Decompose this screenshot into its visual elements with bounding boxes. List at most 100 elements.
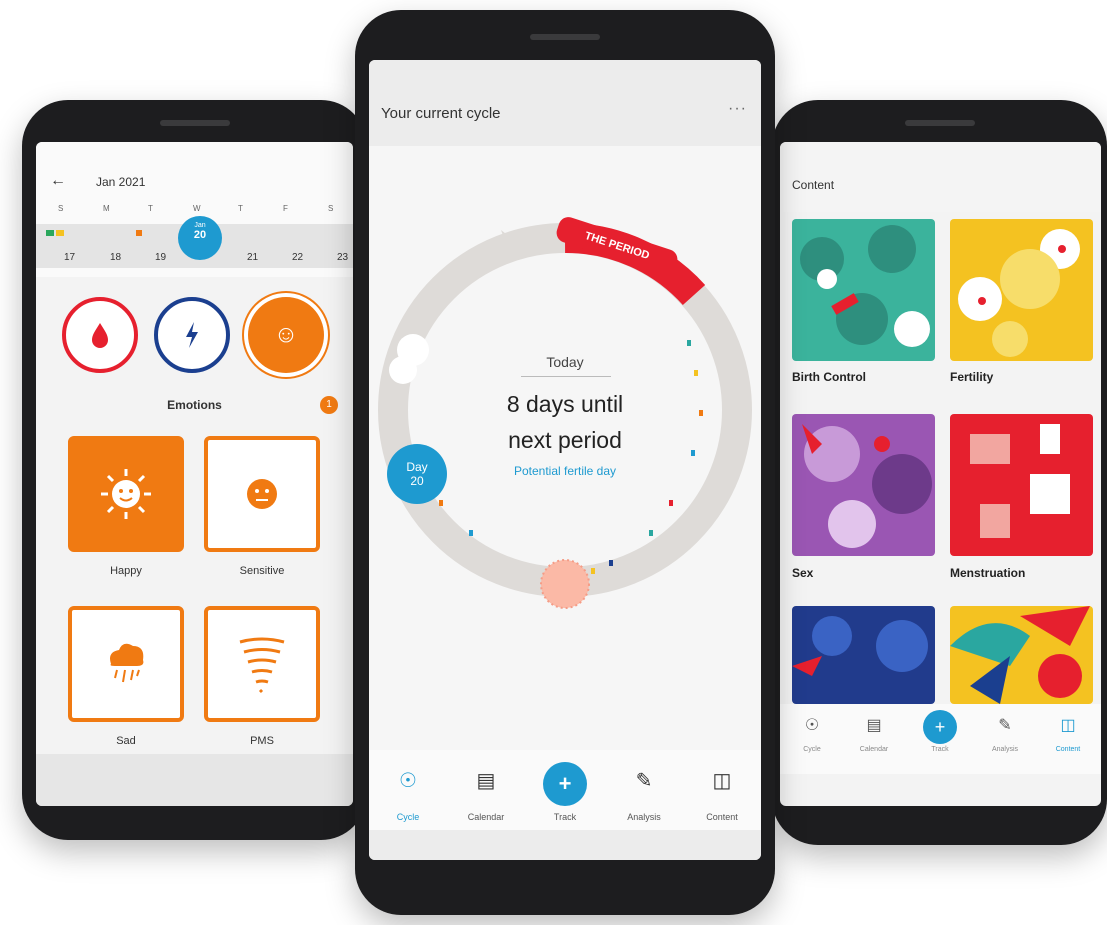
bottom-nav: ☉ Cycle ▤ Calendar + Track ✎ Analysis ◫ … (780, 704, 1101, 774)
card-label: Birth Control (792, 370, 866, 384)
day-cell[interactable]: 21 (247, 252, 258, 263)
book-icon: ◫ (712, 770, 732, 792)
card-label: Menstruation (950, 566, 1026, 580)
rain-cloud-icon (110, 643, 144, 683)
month-label: Jan 2021 (96, 175, 146, 189)
nav-item-cycle[interactable]: ☉ Cycle (369, 762, 447, 822)
phone-center: Your current cycle ··· THE PERIOD Today … (355, 10, 775, 915)
analysis-icon: ✎ (635, 770, 653, 792)
illustration-image (800, 225, 930, 347)
weekday-label: M (103, 204, 110, 213)
weekday-label: S (58, 204, 64, 213)
symptom-bleeding-button[interactable] (62, 297, 138, 373)
plus-icon: + (543, 762, 587, 806)
content-card-birth-control[interactable] (792, 219, 935, 361)
today-label: Today (546, 354, 584, 370)
emotion-label: PMS (250, 735, 274, 747)
page-title: Content (792, 178, 835, 192)
nav-item-calendar[interactable]: ▤ Calendar (447, 762, 525, 822)
day-bubble-value: 20 (410, 474, 424, 488)
page-title: Your current cycle (381, 105, 501, 122)
phone-speaker (159, 120, 230, 126)
arrow-left-icon[interactable]: ← (50, 172, 66, 190)
nav-label: Track (553, 812, 577, 822)
emotion-label: Happy (110, 565, 142, 577)
cycle-icon: ☉ (804, 717, 820, 734)
nav-item-calendar[interactable]: ▤ Calendar (844, 710, 904, 753)
nav-label: Cycle (803, 746, 821, 753)
nav-label: Content (706, 812, 738, 822)
current-day-bubble[interactable]: Day 20 (387, 444, 447, 504)
system-bar (369, 830, 761, 860)
weekday-label: T (148, 204, 153, 213)
illustration-image (792, 616, 928, 676)
symptom-emotions-button[interactable]: ☺ (248, 297, 324, 373)
emotion-tile-sad[interactable] (68, 606, 184, 722)
nav-item-track[interactable]: + Track (910, 710, 970, 753)
smiley-icon: ☺ (273, 321, 299, 348)
emotion-tile-pms[interactable] (204, 606, 320, 722)
content-card[interactable] (950, 606, 1093, 704)
day-cell[interactable]: 23 (337, 252, 348, 263)
section-title: Emotions (167, 398, 222, 412)
day-cell[interactable]: 17 (64, 252, 75, 263)
content-card[interactable] (792, 606, 935, 704)
cycle-icon: ☉ (399, 770, 417, 792)
illustration-image (802, 424, 932, 548)
blood-drop-icon (92, 323, 108, 348)
weekday-label: F (283, 204, 288, 213)
sun-face-icon (101, 469, 151, 519)
nav-item-analysis[interactable]: ✎ Analysis (605, 762, 683, 822)
nav-item-content[interactable]: ◫ Content (1038, 710, 1098, 753)
more-horizontal-icon[interactable]: ··· (728, 100, 747, 118)
tracked-dot (46, 230, 54, 236)
cycle-screen: Your current cycle ··· THE PERIOD Today … (369, 60, 761, 860)
weekday-label: S (328, 204, 334, 213)
card-label: Fertility (950, 370, 994, 384)
nav-label: Content (1055, 746, 1081, 753)
bottom-bar (36, 754, 353, 806)
emotion-tile-sensitive[interactable] (204, 436, 320, 552)
selected-day[interactable]: Jan 20 (178, 216, 222, 260)
selected-day-month: Jan (194, 222, 206, 229)
day-cell[interactable]: 22 (292, 252, 303, 263)
illustration-image (958, 229, 1080, 357)
symptom-pain-button[interactable] (154, 297, 230, 373)
nav-item-content[interactable]: ◫ Content (683, 762, 761, 822)
bottom-nav: ☉ Cycle ▤ Calendar + Track ✎ Analysis ◫ … (369, 750, 761, 840)
phone-speaker (530, 34, 600, 40)
day-cell[interactable]: 19 (155, 252, 166, 263)
nav-item-track[interactable]: + Track (526, 762, 604, 822)
emotion-label: Sensitive (239, 565, 285, 577)
content-card-menstruation[interactable] (950, 414, 1093, 556)
day-cell[interactable]: 18 (110, 252, 121, 263)
content-header: Content (780, 142, 1101, 212)
section-count-badge: 1 (320, 396, 338, 414)
cycle-message-line: 8 days until (506, 391, 624, 417)
plus-icon: + (923, 710, 957, 744)
illustration-image (970, 424, 1070, 538)
tracked-dot (56, 230, 64, 236)
app-header: Your current cycle ··· (369, 60, 761, 146)
nav-label: Track (931, 746, 949, 753)
day-bubble-label: Day (406, 460, 428, 474)
card-label: Sex (792, 566, 814, 580)
nav-item-analysis[interactable]: ✎ Analysis (975, 710, 1035, 753)
nav-label: Calendar (467, 812, 505, 822)
content-card-sex[interactable] (792, 414, 935, 556)
divider (521, 376, 611, 377)
nav-label: Analysis (991, 746, 1019, 753)
book-icon: ◫ (1060, 717, 1076, 734)
phone-left: ← Jan 2021 S M T W T F S 17 18 19 21 22 … (22, 100, 367, 840)
content-screen: Content Birth Control Fertility Sex Mens… (780, 142, 1101, 806)
selected-day-number: 20 (193, 229, 207, 241)
calendar-icon: ▤ (476, 770, 496, 792)
calendar-tracking-screen: ← Jan 2021 S M T W T F S 17 18 19 21 22 … (36, 142, 353, 806)
content-card-fertility[interactable] (950, 219, 1093, 361)
nav-item-cycle[interactable]: ☉ Cycle (782, 710, 842, 753)
weekday-label: T (238, 204, 243, 213)
illustration-image (950, 606, 1090, 704)
emotion-tile-happy[interactable] (68, 436, 184, 552)
tornado-icon (239, 637, 285, 694)
phone-right: Content Birth Control Fertility Sex Mens… (772, 100, 1107, 845)
